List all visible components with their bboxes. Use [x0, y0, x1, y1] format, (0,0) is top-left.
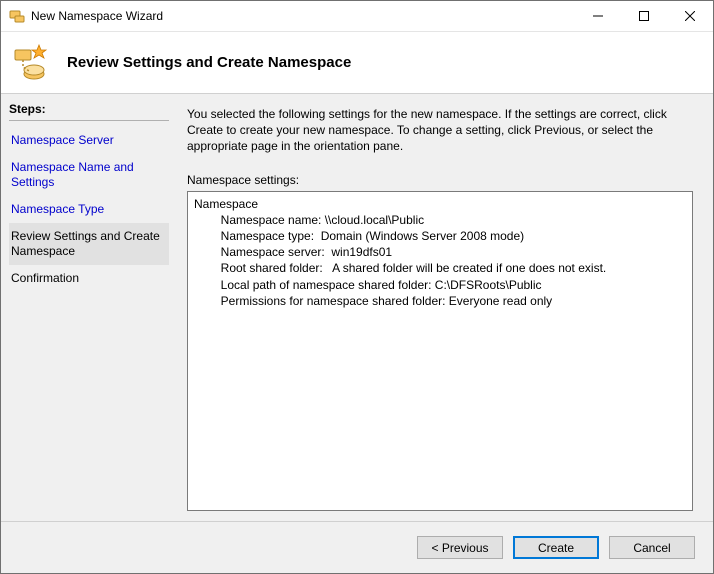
steps-divider	[9, 120, 169, 121]
wizard-header-icon	[13, 44, 51, 82]
wizard-footer: < Previous Create Cancel	[1, 521, 713, 573]
wizard-body: Steps: Namespace Server Namespace Name a…	[1, 94, 713, 521]
title-bar: New Namespace Wizard	[1, 1, 713, 32]
instructions-text: You selected the following settings for …	[187, 106, 693, 155]
minimize-button[interactable]	[575, 1, 621, 31]
namespace-settings-box[interactable]: Namespace Namespace name: \\cloud.local\…	[187, 191, 693, 511]
step-confirmation: Confirmation	[9, 265, 169, 292]
close-button[interactable]	[667, 1, 713, 31]
wizard-window: New Namespace Wizard Review Settings	[0, 0, 714, 574]
page-title: Review Settings and Create Namespace	[67, 54, 351, 71]
create-button[interactable]: Create	[513, 536, 599, 559]
step-review-settings: Review Settings and Create Namespace	[9, 223, 169, 265]
step-namespace-name-settings[interactable]: Namespace Name and Settings	[9, 154, 169, 196]
app-icon	[9, 8, 25, 24]
wizard-header: Review Settings and Create Namespace	[1, 32, 713, 94]
cancel-button[interactable]: Cancel	[609, 536, 695, 559]
step-namespace-type[interactable]: Namespace Type	[9, 196, 169, 223]
previous-button[interactable]: < Previous	[417, 536, 503, 559]
settings-label: Namespace settings:	[187, 173, 693, 187]
step-namespace-server[interactable]: Namespace Server	[9, 127, 169, 154]
maximize-button[interactable]	[621, 1, 667, 31]
steps-heading: Steps:	[9, 102, 169, 116]
content-pane: You selected the following settings for …	[177, 94, 713, 521]
window-title: New Namespace Wizard	[31, 9, 163, 23]
steps-pane: Steps: Namespace Server Namespace Name a…	[1, 94, 177, 521]
